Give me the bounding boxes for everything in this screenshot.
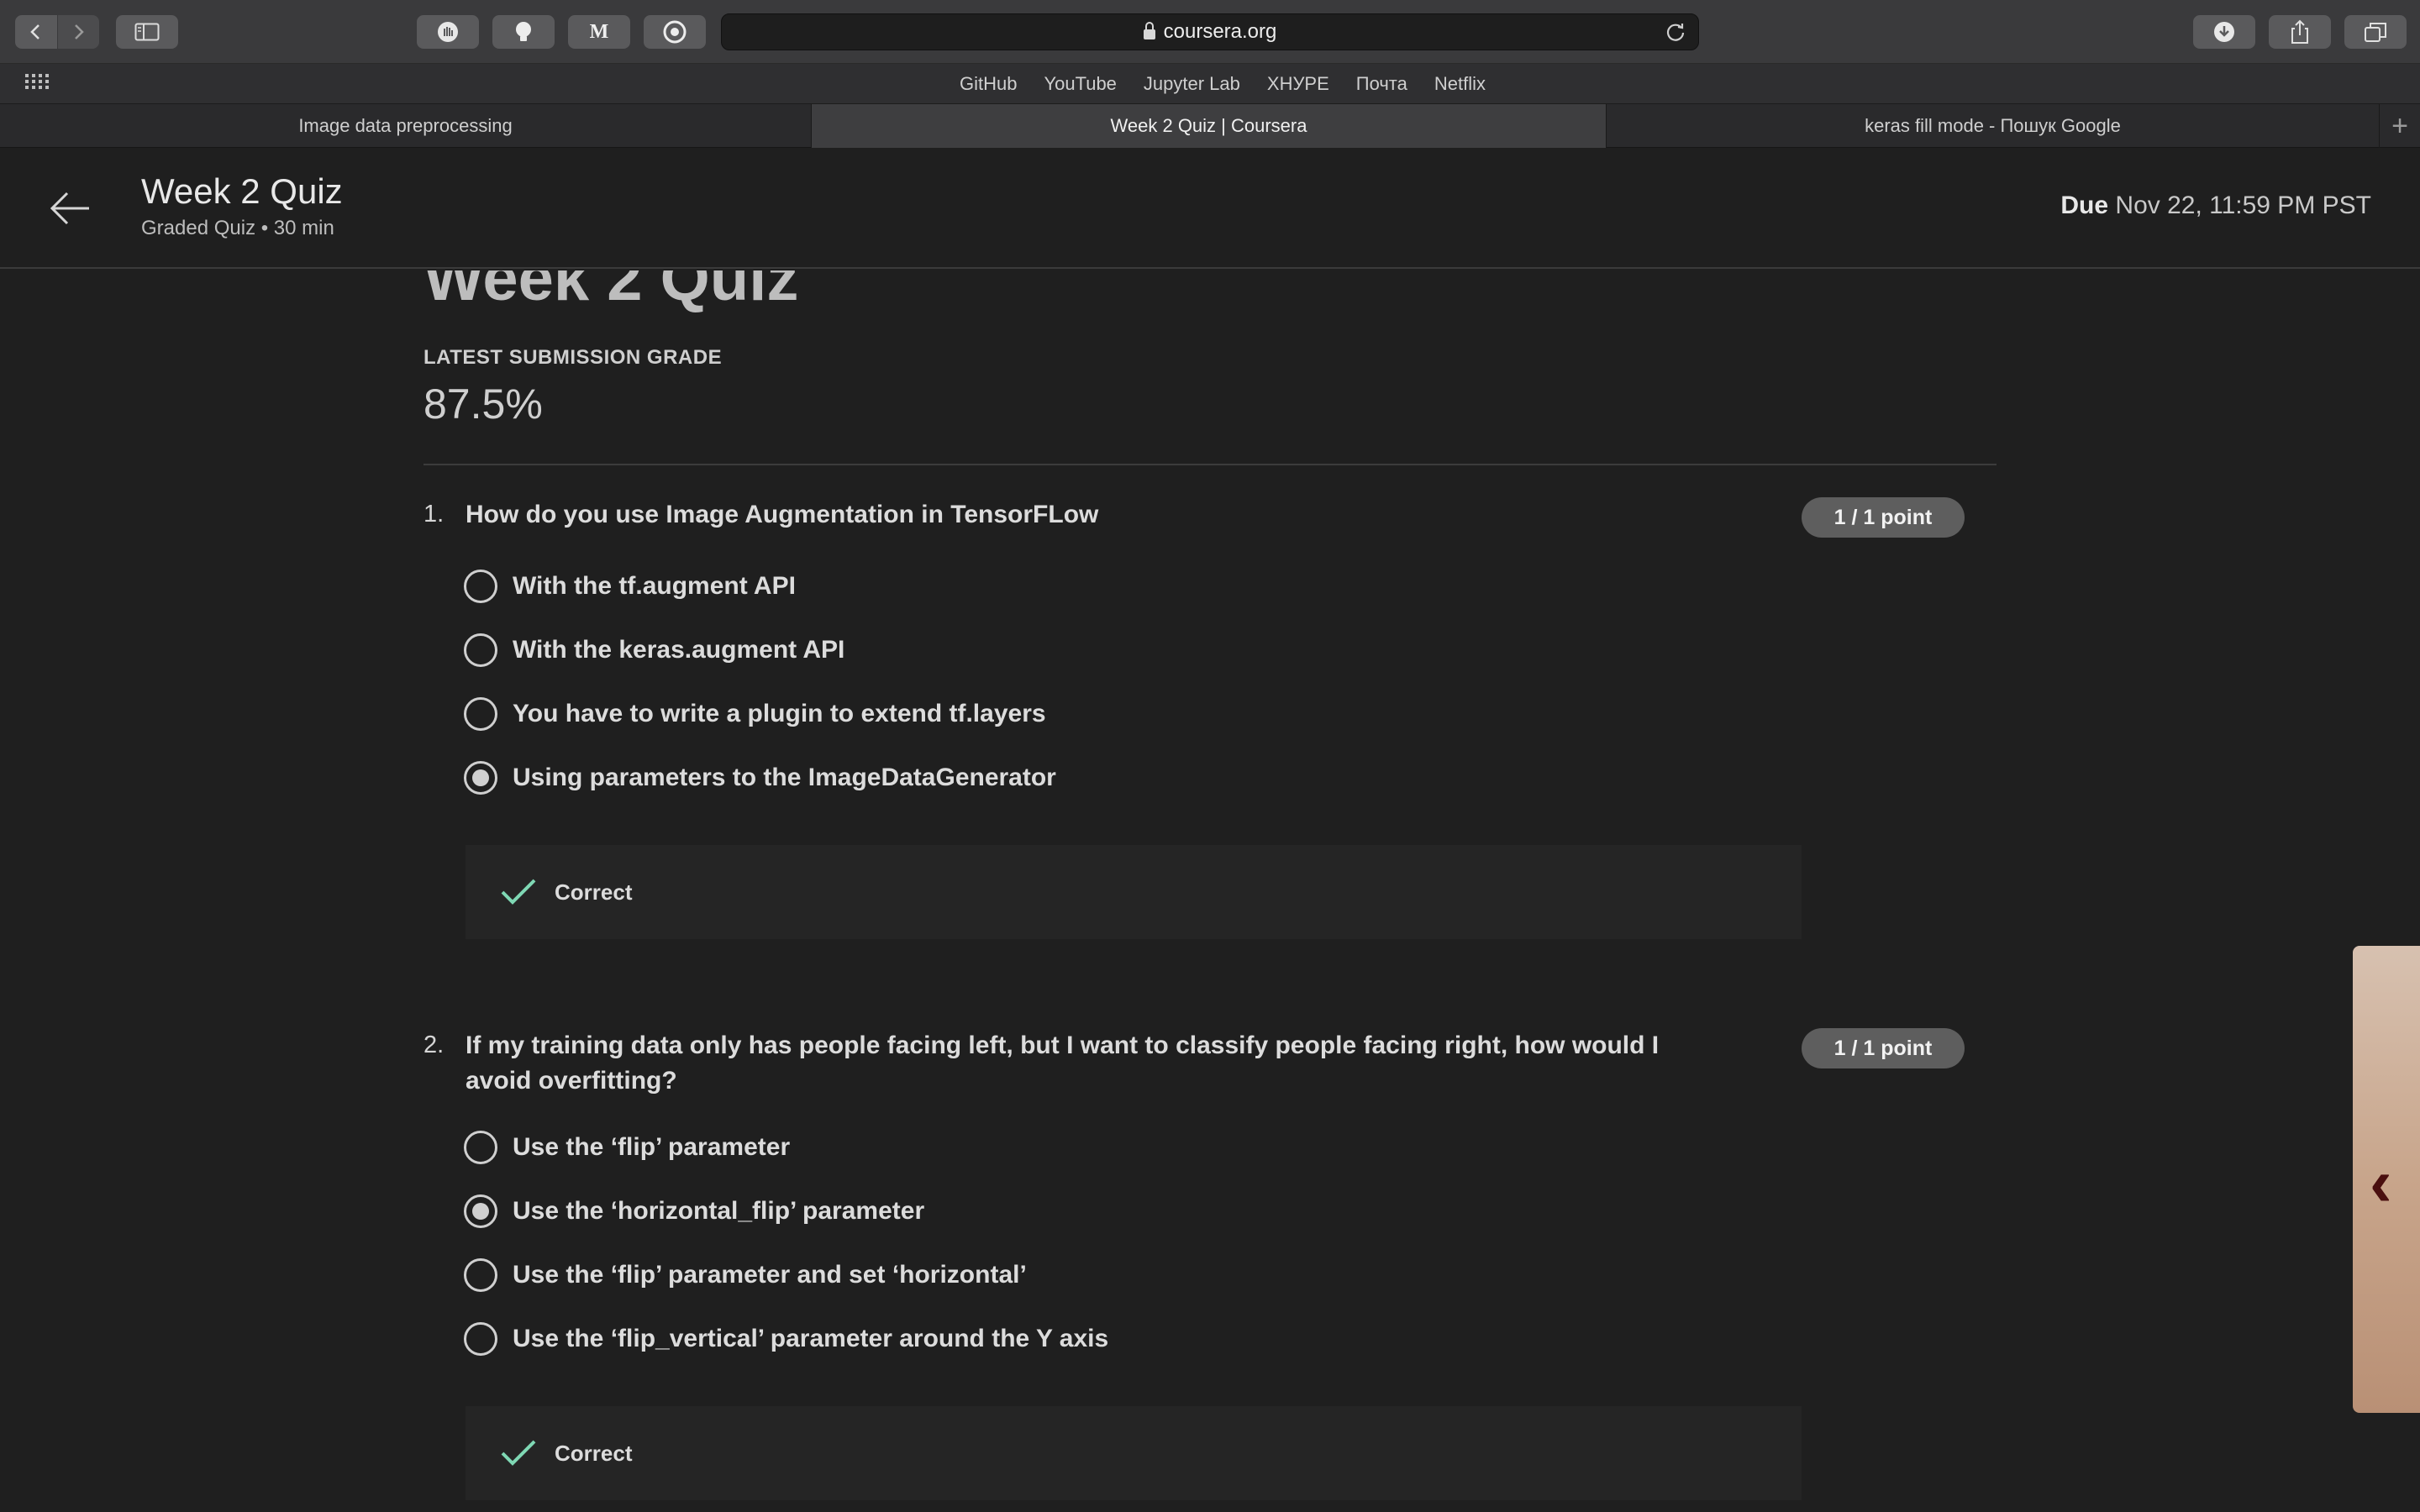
question-text: How do you use Image Augmentation in Ten…	[466, 501, 1099, 528]
radio-button-selected[interactable]	[464, 1194, 497, 1228]
chevron-left-icon: ‹	[2370, 1145, 2392, 1220]
radio-button[interactable]	[464, 570, 497, 603]
back-icon[interactable]	[15, 15, 57, 49]
extension-hand-icon[interactable]	[417, 15, 479, 49]
points-badge: 1 / 1 point	[1802, 497, 1965, 538]
reload-icon[interactable]	[1665, 21, 1686, 49]
due-date: Due Nov 22, 11:59 PM PST	[2060, 192, 2371, 220]
page-title: Week 2 Quiz	[424, 270, 799, 314]
option-label: Using parameters to the ImageDataGenerat…	[513, 764, 1056, 791]
side-panel-toggle[interactable]: ‹	[2353, 946, 2420, 1413]
bookmark-nure[interactable]: ХНУРЕ	[1267, 73, 1329, 95]
answer-option[interactable]: You have to write a plugin to extend tf.…	[464, 696, 1046, 732]
option-label: You have to write a plugin to extend tf.…	[513, 700, 1046, 727]
due-label: Due	[2060, 192, 2109, 219]
answer-option[interactable]: With the keras.augment API	[464, 632, 844, 669]
checkmark-icon	[501, 1440, 536, 1466]
url-text: coursera.org	[1163, 20, 1277, 43]
feedback-label: Correct	[555, 879, 633, 905]
answer-option[interactable]: Use the ‘horizontal_flip’ parameter	[464, 1193, 924, 1230]
tabs-overview-icon[interactable]	[2344, 15, 2407, 49]
answer-option[interactable]: Use the ‘flip’ parameter	[464, 1129, 790, 1166]
extension-circle-icon[interactable]	[644, 15, 706, 49]
grade-label: LATEST SUBMISSION GRADE	[424, 346, 723, 369]
share-icon[interactable]	[2269, 15, 2331, 49]
bookmark-netflix[interactable]: Netflix	[1434, 73, 1486, 95]
radio-button[interactable]	[464, 697, 497, 731]
quiz-header: Week 2 Quiz Graded Quiz • 30 min Due Nov…	[0, 148, 2420, 269]
back-arrow-icon[interactable]	[45, 183, 96, 234]
radio-button[interactable]	[464, 633, 497, 667]
option-label: Use the ‘horizontal_flip’ parameter	[513, 1197, 925, 1225]
tab-strip: Image data preprocessing Week 2 Quiz | C…	[0, 104, 2420, 148]
header-title: Week 2 Quiz	[141, 171, 343, 211]
option-label: Use the ‘flip’ parameter and set ‘horizo…	[513, 1261, 1027, 1289]
feedback-box: Correct	[466, 845, 1802, 939]
question-number: 2.	[424, 1032, 445, 1058]
option-label: Use the ‘flip’ parameter	[513, 1133, 791, 1161]
question-number: 1.	[424, 501, 445, 528]
extension-m-icon[interactable]: M	[568, 15, 630, 49]
answer-option[interactable]: With the tf.augment API	[464, 568, 796, 605]
question-text: If my training data only has people faci…	[466, 1032, 1660, 1095]
bookmark-list: GitHub YouTube Jupyter Lab ХНУРЕ Почта N…	[0, 64, 2420, 104]
forward-icon[interactable]	[56, 15, 99, 49]
feedback-label: Correct	[555, 1440, 633, 1466]
radio-button[interactable]	[464, 1322, 497, 1356]
option-label: With the tf.augment API	[513, 572, 796, 600]
radio-button[interactable]	[464, 1258, 497, 1292]
grade-value: 87.5%	[424, 381, 543, 428]
nav-buttons	[15, 15, 99, 49]
download-icon[interactable]	[2193, 15, 2255, 49]
option-label: Use the ‘flip_vertical’ parameter around…	[513, 1325, 1109, 1352]
bookmark-github[interactable]: GitHub	[960, 73, 1017, 95]
tab-keras-fill-mode[interactable]: keras fill mode - Пошук Google	[1607, 104, 2380, 148]
option-label: With the keras.augment API	[513, 636, 845, 664]
bookmarks-bar: GitHub YouTube Jupyter Lab ХНУРЕ Почта N…	[0, 64, 2420, 104]
divider	[424, 464, 1996, 465]
browser-toolbar: M coursera.org	[0, 0, 2420, 64]
sidebar-icon[interactable]	[116, 15, 178, 49]
due-value: Nov 22, 11:59 PM PST	[2115, 192, 2371, 219]
quiz-content: Week 2 Quiz LATEST SUBMISSION GRADE 87.5…	[0, 270, 2420, 1512]
radio-button[interactable]	[464, 1131, 497, 1164]
tab-image-data-preprocessing[interactable]: Image data preprocessing	[0, 104, 812, 148]
lock-icon	[1143, 22, 1155, 39]
answer-option[interactable]: Use the ‘flip’ parameter and set ‘horizo…	[464, 1257, 1027, 1294]
answer-option[interactable]: Use the ‘flip_vertical’ parameter around…	[464, 1320, 1108, 1357]
points-badge: 1 / 1 point	[1802, 1028, 1965, 1068]
bookmark-mail[interactable]: Почта	[1356, 73, 1407, 95]
address-bar[interactable]: coursera.org	[721, 13, 1699, 50]
new-tab-icon[interactable]: +	[2380, 104, 2420, 148]
bookmark-youtube[interactable]: YouTube	[1044, 73, 1116, 95]
answer-option[interactable]: Using parameters to the ImageDataGenerat…	[464, 759, 1056, 796]
extension-bulb-icon[interactable]	[492, 15, 555, 49]
tab-week-2-quiz[interactable]: Week 2 Quiz | Coursera	[812, 104, 1607, 148]
radio-button-selected[interactable]	[464, 761, 497, 795]
bookmark-jupyter-lab[interactable]: Jupyter Lab	[1144, 73, 1240, 95]
checkmark-icon	[501, 879, 536, 905]
header-subtitle: Graded Quiz • 30 min	[141, 217, 334, 239]
feedback-box: Correct	[466, 1406, 1802, 1500]
